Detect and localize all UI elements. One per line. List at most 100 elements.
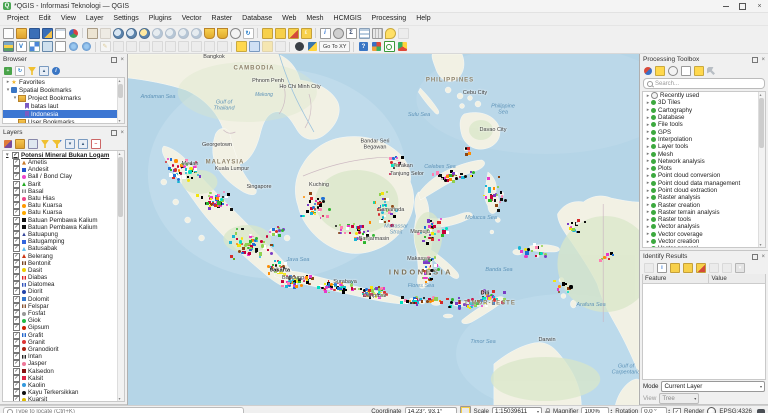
layer-item-jasper[interactable]: Jasper	[3, 360, 124, 367]
identify-mode-select[interactable]: Current Layer▾	[661, 381, 765, 392]
layer-checkbox[interactable]	[13, 202, 20, 209]
identify-all-button[interactable]	[683, 263, 693, 273]
add-raster-layer-button[interactable]	[28, 41, 40, 52]
project-new-button[interactable]	[2, 28, 14, 39]
layer-checkbox[interactable]	[13, 245, 20, 252]
collapse-all-layers-button[interactable]: ▴	[78, 139, 88, 149]
processing-group-raster-terrain-analysis[interactable]: ▸Raster terrain analysis	[643, 209, 765, 216]
add-delimited-text-button[interactable]	[54, 41, 66, 52]
layer-item-ball-bond-clay[interactable]: Ball / Bond Clay	[3, 173, 124, 180]
identify-column-feature[interactable]: Feature	[643, 274, 709, 283]
browser-dock-button[interactable]	[111, 57, 117, 63]
add-selected-layers-button[interactable]: +	[4, 67, 12, 75]
menu-edit[interactable]: Edit	[34, 13, 56, 25]
layer-checkbox[interactable]	[13, 253, 20, 260]
layer-checkbox[interactable]	[13, 332, 20, 339]
extents-toggle-icon[interactable]	[460, 406, 471, 413]
layer-checkbox[interactable]	[13, 173, 20, 180]
identify-view-select[interactable]: Tree▾	[659, 393, 699, 404]
refresh-browser-button[interactable]: ↻	[15, 66, 25, 76]
layer-item-ametis[interactable]: Ametis	[3, 159, 124, 166]
processing-group-gps[interactable]: ▸GPS	[643, 128, 765, 135]
layer-group-checkbox[interactable]	[12, 152, 19, 159]
layer-item-granit[interactable]: Granit	[3, 339, 124, 346]
layer-item-belerang[interactable]: Belerang	[3, 252, 124, 259]
identify-features-button[interactable]: i	[319, 28, 331, 39]
attribute-table-button[interactable]	[358, 28, 370, 39]
processing-group-point-cloud-extraction[interactable]: ▸Point cloud extraction	[643, 187, 765, 194]
layer-checkbox[interactable]	[13, 317, 20, 324]
identify-column-value[interactable]: Value	[709, 274, 765, 283]
temporal-controller-button[interactable]	[229, 28, 241, 39]
menu-vector[interactable]: Vector	[177, 13, 207, 25]
add-mesh-layer-button[interactable]	[41, 41, 53, 52]
processing-group-vector-analysis[interactable]: ▸Vector analysis	[643, 223, 765, 230]
processing-dock-button[interactable]	[752, 57, 758, 63]
hcmgis-tools-button[interactable]	[396, 41, 408, 52]
layer-item-granodiorit[interactable]: Granodiorit	[3, 346, 124, 353]
layer-item-fosfat[interactable]: Fosfat	[3, 310, 124, 317]
layer-checkbox[interactable]	[13, 267, 20, 274]
layer-checkbox[interactable]	[13, 217, 20, 224]
layer-checkbox[interactable]	[13, 339, 20, 346]
layer-item-diabas[interactable]: Diabas	[3, 274, 124, 281]
filter-legend-expression-button[interactable]	[52, 140, 62, 148]
layer-group-potensi-mineral[interactable]: ▾Potensi Mineral Bukan Logam	[3, 151, 124, 159]
browser-item-project-bookmarks[interactable]: ▾Project Bookmarks	[3, 94, 124, 102]
browser-close-button[interactable]: ×	[120, 57, 124, 63]
go-to-xy-button[interactable]: Go To XY	[319, 41, 350, 52]
processing-search-input[interactable]: Search...	[643, 78, 765, 89]
zoom-out-button[interactable]	[125, 28, 137, 39]
processing-scrollbar[interactable]	[758, 92, 765, 247]
layer-item-batusabak[interactable]: Batusabak	[3, 245, 124, 252]
rotation-spinner[interactable]	[668, 409, 670, 413]
layer-item-batu-hias[interactable]: Batu Hias	[3, 195, 124, 202]
layer-item-kayu-terkersikkan[interactable]: Kayu Terkersikkan	[3, 389, 124, 396]
edit-features-in-place-button[interactable]	[655, 66, 665, 76]
python-console-button[interactable]	[306, 41, 318, 52]
menu-view[interactable]: View	[56, 13, 81, 25]
processing-group-recently-used[interactable]: ▸Recently used	[643, 92, 765, 99]
layer-item-grafit[interactable]: Grafit	[3, 332, 124, 339]
clear-results-button[interactable]	[696, 263, 706, 273]
processing-group-point-cloud-conversion[interactable]: ▸Point cloud conversion	[643, 172, 765, 179]
processing-group-raster-creation[interactable]: ▸Raster creation	[643, 201, 765, 208]
zoom-full-button[interactable]	[138, 28, 150, 39]
add-vector-layer-button[interactable]: V	[15, 41, 27, 52]
layer-item-bentonit[interactable]: Bentonit	[3, 260, 124, 267]
processing-group-vector-creation[interactable]: ▸Vector creation	[643, 238, 765, 245]
browser-item-indonesia[interactable]: Indonesia	[3, 110, 124, 118]
identify-selected-button[interactable]	[670, 263, 680, 273]
layer-item-batu-kuarsa[interactable]: Batu Kuarsa	[3, 209, 124, 216]
rotation-input[interactable]	[641, 407, 667, 413]
help-contents-button[interactable]: ?	[357, 41, 369, 52]
processing-group-database[interactable]: ▸Database	[643, 114, 765, 121]
help-tooltips-button[interactable]	[694, 66, 704, 76]
menu-project[interactable]: Project	[2, 13, 34, 25]
menu-help[interactable]: Help	[411, 13, 435, 25]
maximize-button[interactable]	[734, 0, 751, 12]
map-canvas[interactable]: BangkokCAMBODIAPhnom PenhHo Chi Minh Cit…	[127, 54, 640, 405]
layer-item-kalsit[interactable]: Kalsit	[3, 375, 124, 382]
magnifier-input[interactable]	[581, 407, 609, 413]
processing-group-raster-tools[interactable]: ▸Raster tools	[643, 216, 765, 223]
layer-checkbox[interactable]	[13, 238, 20, 245]
messages-icon[interactable]	[757, 409, 765, 413]
identify-close-button[interactable]: ×	[761, 254, 765, 260]
processing-group-interpolation[interactable]: ▸Interpolation	[643, 136, 765, 143]
layers-close-button[interactable]: ×	[120, 130, 124, 136]
select-by-expression-button[interactable]: ε	[300, 28, 312, 39]
pan-map-button[interactable]	[86, 28, 98, 39]
layer-item-andesit[interactable]: Andesit	[3, 166, 124, 173]
layer-checkbox[interactable]	[13, 346, 20, 353]
osm-place-search-button[interactable]	[383, 41, 395, 52]
layer-item-gipsum[interactable]: Gipsum	[3, 324, 124, 331]
layer-item-batu-kuarsa[interactable]: Batu Kuarsa	[3, 202, 124, 209]
remove-layer-button[interactable]: −	[91, 139, 101, 149]
processing-group-layer-tools[interactable]: ▸Layer tools	[643, 143, 765, 150]
datasource-manager-button[interactable]	[2, 41, 14, 52]
layer-checkbox[interactable]	[13, 382, 20, 389]
layer-item-batugamping[interactable]: Batugamping	[3, 238, 124, 245]
properties-widget-button[interactable]: i	[52, 67, 60, 75]
locate-search[interactable]	[3, 407, 244, 413]
